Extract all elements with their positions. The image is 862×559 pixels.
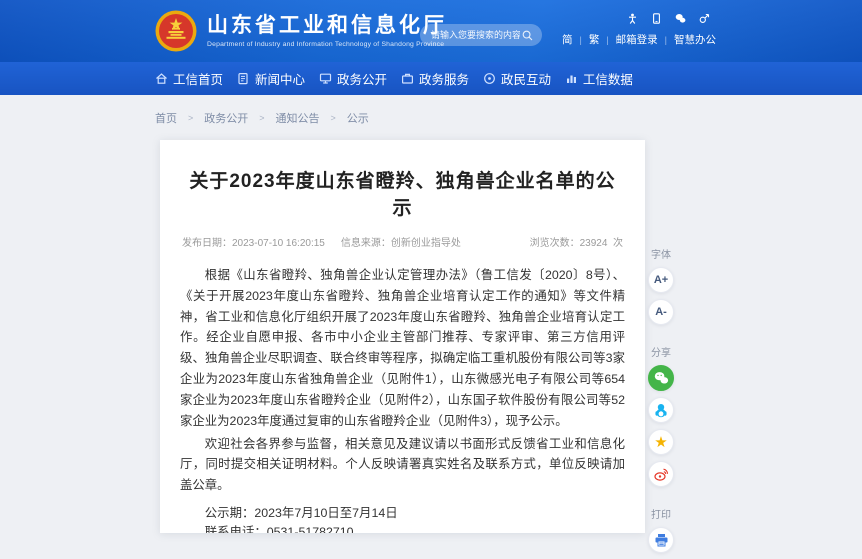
- breadcrumb: 首页 > 政务公开 > 通知公告 > 公示: [155, 110, 369, 126]
- main-nav: 工信首页 新闻中心 政务公开 政务服务: [0, 62, 862, 95]
- info-source: 信息来源：创新创业指导处: [341, 234, 461, 249]
- font-increase-button[interactable]: A+: [648, 267, 674, 293]
- nav-label: 工信数据: [583, 69, 633, 88]
- page-title: 关于2023年度山东省瞪羚、独角兽企业名单的公示: [180, 166, 625, 220]
- link-separator: |: [606, 35, 608, 45]
- news-icon: [237, 72, 250, 85]
- weibo-icon: [654, 467, 669, 481]
- article-meta: 发布日期：2023-07-10 16:20:15 信息来源：创新创业指导处 浏览…: [180, 234, 625, 257]
- breadcrumb-current[interactable]: 公示: [347, 110, 369, 126]
- accessibility-icon[interactable]: [627, 13, 638, 24]
- wechat-icon: [654, 371, 669, 385]
- share-weibo-button[interactable]: [648, 461, 674, 487]
- breadcrumb-disclosure[interactable]: 政务公开: [204, 110, 248, 126]
- font-decrease-button[interactable]: A-: [648, 299, 674, 325]
- breadcrumb-separator: >: [188, 113, 193, 123]
- header-utility-icons: [594, 13, 716, 24]
- nav-label: 新闻中心: [255, 69, 305, 88]
- breadcrumb-separator: >: [331, 113, 336, 123]
- share-wechat-button[interactable]: [648, 365, 674, 391]
- link-traditional[interactable]: 繁: [589, 32, 600, 47]
- link-simplified[interactable]: 简: [562, 32, 573, 47]
- site-title: 山东省工业和信息化厅: [207, 14, 447, 37]
- breadcrumb-home[interactable]: 首页: [155, 110, 177, 126]
- link-smart-office[interactable]: 智慧办公: [674, 32, 716, 47]
- font-size-label: 字体: [651, 246, 671, 261]
- view-count: 浏览次数：23924 次: [530, 234, 623, 249]
- search-icon[interactable]: [522, 30, 533, 41]
- disclosure-icon: [319, 72, 332, 85]
- side-toolbar: 字体 A+ A- 分享 ★ 打印: [645, 246, 677, 559]
- header-quick-links: 简 | 繁 | 邮箱登录 | 智慧办公: [594, 32, 716, 47]
- share-qq-button[interactable]: [648, 397, 674, 423]
- service-icon: [401, 72, 414, 85]
- link-separator: |: [665, 35, 667, 45]
- home-icon: [155, 72, 168, 85]
- interaction-icon: [483, 72, 496, 85]
- print-button[interactable]: [648, 527, 674, 553]
- header-banner: 山东省工业和信息化厅 Department of Industry and In…: [0, 0, 862, 62]
- public-notice-period: 公示期：2023年7月10日至7月14日: [180, 504, 625, 523]
- search-box[interactable]: [420, 24, 542, 46]
- printer-icon: [654, 533, 669, 547]
- breadcrumb-notices[interactable]: 通知公告: [276, 110, 320, 126]
- publish-date: 发布日期：2023-07-10 16:20:15: [182, 234, 325, 249]
- nav-label: 政务服务: [419, 69, 469, 88]
- mobile-icon[interactable]: [651, 13, 662, 24]
- nav-item-disclosure[interactable]: 政务公开: [319, 69, 387, 88]
- star-icon: ★: [654, 435, 667, 450]
- breadcrumb-separator: >: [259, 113, 264, 123]
- site-subtitle: Department of Industry and Information T…: [207, 41, 447, 48]
- article-body: 根据《山东省瞪羚、独角兽企业认定管理办法》（鲁工信发〔2020〕8号）、《关于开…: [180, 265, 625, 496]
- link-separator: |: [579, 35, 581, 45]
- search-input[interactable]: [429, 29, 522, 41]
- share-icon[interactable]: [699, 13, 710, 24]
- nav-item-service[interactable]: 政务服务: [401, 69, 469, 88]
- wechat-icon[interactable]: [675, 13, 686, 24]
- nav-item-data[interactable]: 工信数据: [565, 69, 633, 88]
- contact-info: 公示期：2023年7月10日至7月14日 联系电话：0531-51782710 …: [180, 504, 625, 533]
- article-card: 关于2023年度山东省瞪羚、独角兽企业名单的公示 发布日期：2023-07-10…: [160, 140, 645, 533]
- nav-label: 政务公开: [337, 69, 387, 88]
- qq-icon: [654, 403, 668, 418]
- nav-item-news[interactable]: 新闻中心: [237, 69, 305, 88]
- nav-item-home[interactable]: 工信首页: [155, 69, 223, 88]
- national-emblem-icon: [155, 10, 197, 52]
- share-label: 分享: [651, 344, 671, 359]
- nav-label: 政民互动: [501, 69, 551, 88]
- link-mail-login[interactable]: 邮箱登录: [616, 32, 658, 47]
- paragraph: 根据《山东省瞪羚、独角兽企业认定管理办法》（鲁工信发〔2020〕8号）、《关于开…: [180, 265, 625, 432]
- site-logo[interactable]: 山东省工业和信息化厅 Department of Industry and In…: [155, 10, 447, 52]
- print-label: 打印: [651, 506, 671, 521]
- contact-phone: 联系电话：0531-51782710: [180, 523, 625, 533]
- data-icon: [565, 72, 578, 85]
- nav-item-interaction[interactable]: 政民互动: [483, 69, 551, 88]
- nav-label: 工信首页: [173, 69, 223, 88]
- share-favorite-button[interactable]: ★: [648, 429, 674, 455]
- paragraph: 欢迎社会各界参与监督，相关意见及建议请以书面形式反馈省工业和信息化厅，同时提交相…: [180, 434, 625, 496]
